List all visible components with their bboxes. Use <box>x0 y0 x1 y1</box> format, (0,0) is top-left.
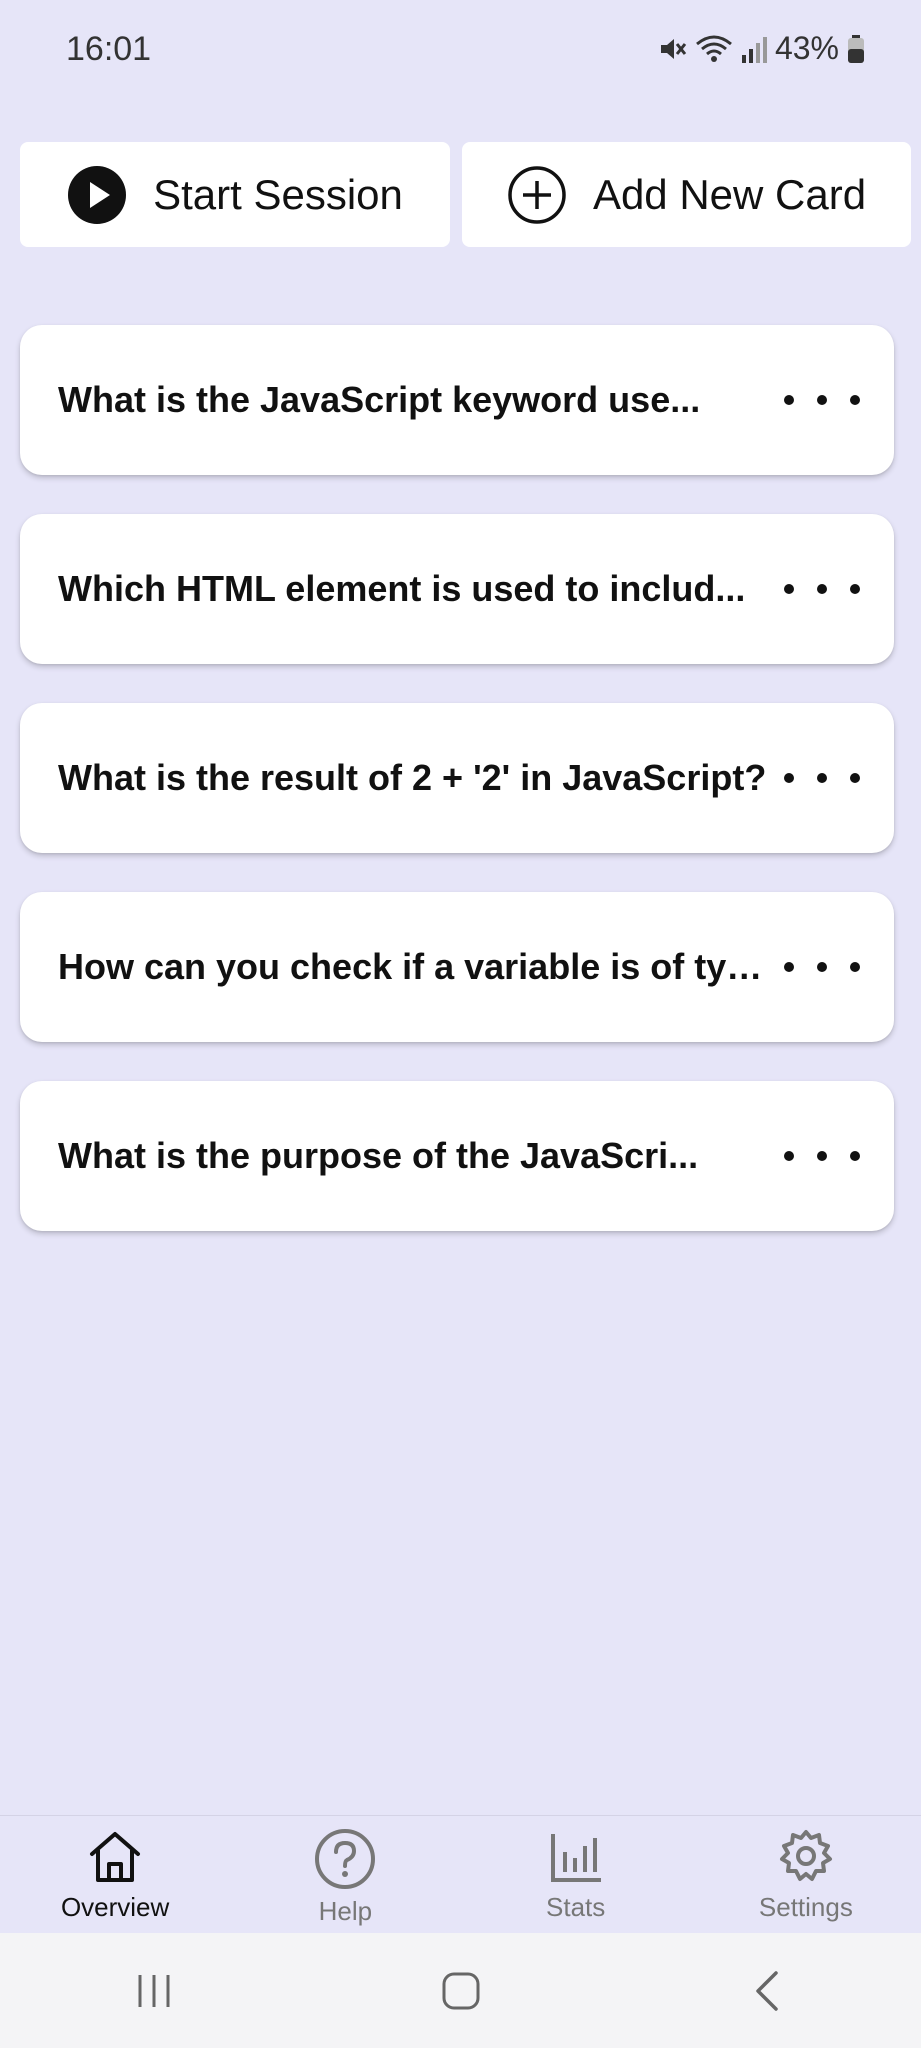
card-item[interactable]: Which HTML element is used to includ... <box>20 514 894 664</box>
nav-item-settings[interactable]: Settings <box>691 1816 921 1934</box>
help-icon <box>314 1828 376 1890</box>
nav-label-stats: Stats <box>546 1892 606 1922</box>
card-question: What is the result of 2 + '2' in JavaScr… <box>58 757 767 798</box>
card-list: What is the JavaScript keyword use... Wh… <box>20 325 894 1270</box>
add-circle-icon <box>507 165 567 225</box>
nav-label-settings: Settings <box>758 1892 853 1922</box>
card-question: How can you check if a variable is of ty… <box>58 946 768 987</box>
signal-icon <box>741 35 767 63</box>
more-options-icon[interactable] <box>784 947 860 987</box>
nav-item-stats[interactable]: Stats <box>461 1816 691 1934</box>
nav-item-help[interactable]: Help <box>230 1816 460 1934</box>
card-question: Which HTML element is used to includ... <box>58 568 746 609</box>
card-item[interactable]: What is the purpose of the JavaScri... <box>20 1081 894 1231</box>
card-item[interactable]: What is the result of 2 + '2' in JavaScr… <box>20 703 894 853</box>
recent-apps-icon <box>138 1974 169 2007</box>
back-chevron-icon <box>755 1970 778 2011</box>
nav-label-overview: Overview <box>60 1892 170 1922</box>
battery-icon <box>847 34 865 64</box>
add-new-card-label: Add New Card <box>592 170 867 218</box>
home-icon <box>86 1828 144 1886</box>
stats-icon <box>547 1828 605 1886</box>
start-session-button[interactable]: Start Session <box>20 142 450 247</box>
card-question: What is the purpose of the JavaScri... <box>58 1135 699 1176</box>
more-options-icon[interactable] <box>784 569 860 609</box>
nav-item-overview[interactable]: Overview <box>0 1816 230 1934</box>
recent-apps-button[interactable] <box>94 1951 214 2031</box>
add-new-card-button[interactable]: Add New Card <box>462 142 911 247</box>
status-indicators: 43% <box>657 30 865 67</box>
mute-icon <box>657 34 687 64</box>
bottom-navigation: Overview Help Stats Settings <box>0 1815 921 1934</box>
start-session-label: Start Session <box>153 170 403 218</box>
status-time: 16:01 <box>66 30 152 68</box>
card-item[interactable]: What is the JavaScript keyword use... <box>20 325 894 475</box>
settings-icon <box>777 1828 835 1886</box>
more-options-icon[interactable] <box>784 1136 860 1176</box>
home-button[interactable] <box>401 1951 521 2031</box>
play-icon <box>67 165 127 225</box>
more-options-icon[interactable] <box>784 758 860 798</box>
home-square-icon <box>442 1972 479 2009</box>
card-question: What is the JavaScript keyword use... <box>58 379 701 420</box>
nav-label-help: Help <box>318 1896 373 1926</box>
back-button[interactable] <box>708 1951 828 2031</box>
wifi-icon <box>695 34 733 64</box>
more-options-icon[interactable] <box>784 380 860 420</box>
battery-percent: 43% <box>774 30 839 66</box>
system-navigation-bar <box>0 1933 921 2048</box>
status-bar: 16:01 43% <box>0 0 921 105</box>
card-item[interactable]: How can you check if a variable is of ty… <box>20 892 894 1042</box>
